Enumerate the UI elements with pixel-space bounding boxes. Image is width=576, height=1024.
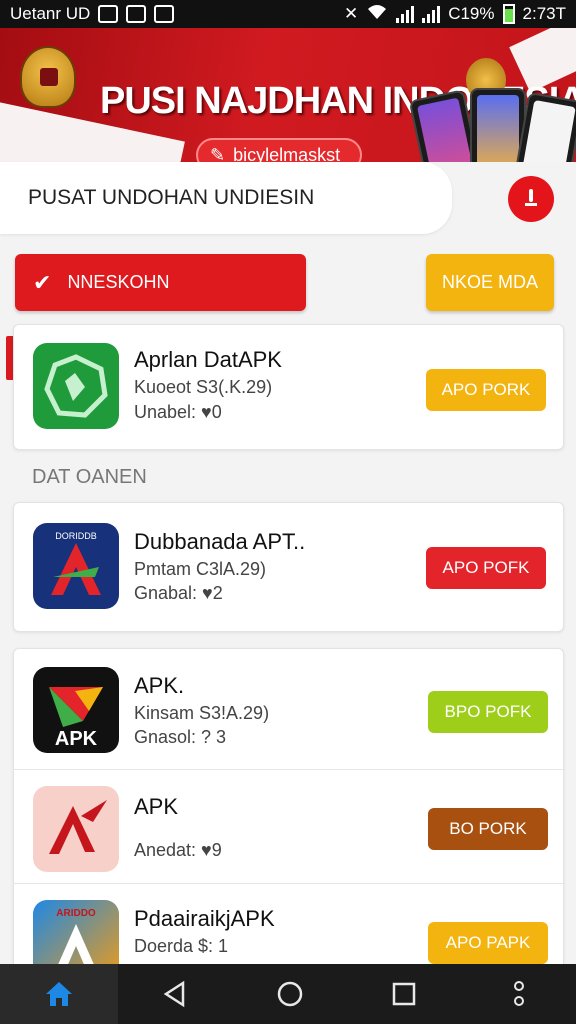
image-icon <box>154 5 175 23</box>
app-rating: Gnabal: ♥2 <box>134 583 223 603</box>
download-button[interactable]: BPO POFK <box>428 691 548 733</box>
header-pill-button[interactable]: ✎ bicylelmaskst <box>196 138 362 162</box>
app-icon-green <box>33 343 119 429</box>
mute-icon: ✕ <box>343 4 359 23</box>
app-meta: Pmtam C3lA.29) <box>134 559 267 579</box>
app-icon-label: APK <box>55 728 98 750</box>
app-icon-label: ARIDDO <box>56 908 96 919</box>
carrier-label: Uetanr UD <box>10 4 91 23</box>
search-input[interactable]: PUSAT UNDOHAN UNDIESIN <box>0 162 452 234</box>
download-button[interactable]: APO PORK <box>426 369 546 411</box>
app-name: Dubbanada APT.. <box>134 529 306 554</box>
app-list-card: APK APK. Kinsam S3!A.29) Gnasol: ? 3 BPO… <box>13 648 565 986</box>
app-screen: Uetanr UD ✕ C19% 2:73T PUSI NAJDHAN INDO… <box>0 0 576 1024</box>
circle-icon <box>277 981 302 1007</box>
app-rating: Gnasol: ? 3 <box>134 727 227 747</box>
app-name: Aprlan DatAPK <box>134 347 282 372</box>
clock: 2:73T <box>522 4 566 23</box>
navigation-bar <box>0 964 576 1024</box>
header-pill-label: bicylelmaskst <box>233 144 341 163</box>
list-item[interactable]: APK APK. Kinsam S3!A.29) Gnasol: ? 3 BPO… <box>14 649 565 769</box>
menu-button[interactable] <box>462 964 576 1024</box>
app-rating: Anedat: ♥9 <box>134 840 222 860</box>
app-name: APK <box>134 794 179 819</box>
check-icon: ✔ <box>33 269 52 295</box>
home-button[interactable] <box>0 964 118 1024</box>
featured-app-card[interactable]: Aprlan DatAPK Kuoeot S3(.K.29) Unabel: ♥… <box>13 324 564 450</box>
download-button[interactable]: APO PAPK <box>428 922 548 964</box>
app-meta: Kuoeot S3(.K.29) <box>134 377 273 397</box>
secondary-action-button[interactable]: NKOE MDA <box>426 254 554 311</box>
home-circle-button[interactable] <box>233 964 348 1024</box>
app-name: APK. <box>134 673 185 698</box>
battery-icon <box>502 4 515 24</box>
app-rating: Unabel: ♥0 <box>134 402 222 422</box>
mic-icon <box>525 189 537 206</box>
signal-icon <box>396 5 415 23</box>
more-icon <box>513 981 524 1006</box>
app-name: PdaairaikjAPK <box>134 906 275 931</box>
phones-illustration <box>408 88 576 162</box>
primary-action-label: NNESKOHN <box>67 272 170 292</box>
wifi-icon <box>366 3 388 26</box>
section-title: DAT OANEN <box>32 466 147 488</box>
app-meta: Kinsam S3!A.29) <box>134 703 270 723</box>
app-icon-a-pink <box>33 786 119 872</box>
download-button[interactable]: BO PORK <box>428 808 548 850</box>
download-button[interactable]: APO POFK <box>426 547 546 589</box>
app-icon-a-blue: DORIDDB <box>33 523 119 609</box>
back-icon <box>163 980 185 1008</box>
battery-percent: C19% <box>448 4 495 23</box>
mic-button[interactable] <box>508 176 554 222</box>
square-icon <box>393 982 416 1006</box>
list-item[interactable]: APK Anedat: ♥9 BO PORK <box>14 769 565 883</box>
signal-icon-2 <box>422 5 441 23</box>
app-card[interactable]: DORIDDB Dubbanada APT.. Pmtam C3lA.29) G… <box>13 502 564 632</box>
app-icon-apk-dark: APK <box>33 667 119 753</box>
status-bar: Uetanr UD ✕ C19% 2:73T <box>0 0 576 28</box>
notification-icon <box>98 5 119 23</box>
app-meta: Doerda $: 1 <box>134 936 229 956</box>
primary-action-button[interactable]: ✔ NNESKOHN <box>15 254 306 311</box>
header-banner: PUSI NAJDHAN INDONESIA ✎ bicylelmaskst <box>0 28 576 162</box>
pencil-icon: ✎ <box>210 144 226 163</box>
recents-button[interactable] <box>347 964 462 1024</box>
mail-icon <box>126 5 147 23</box>
back-button[interactable] <box>118 964 233 1024</box>
garuda-emblem-icon <box>20 46 76 108</box>
app-icon-label: DORIDDB <box>55 531 97 541</box>
home-icon <box>46 982 72 1006</box>
